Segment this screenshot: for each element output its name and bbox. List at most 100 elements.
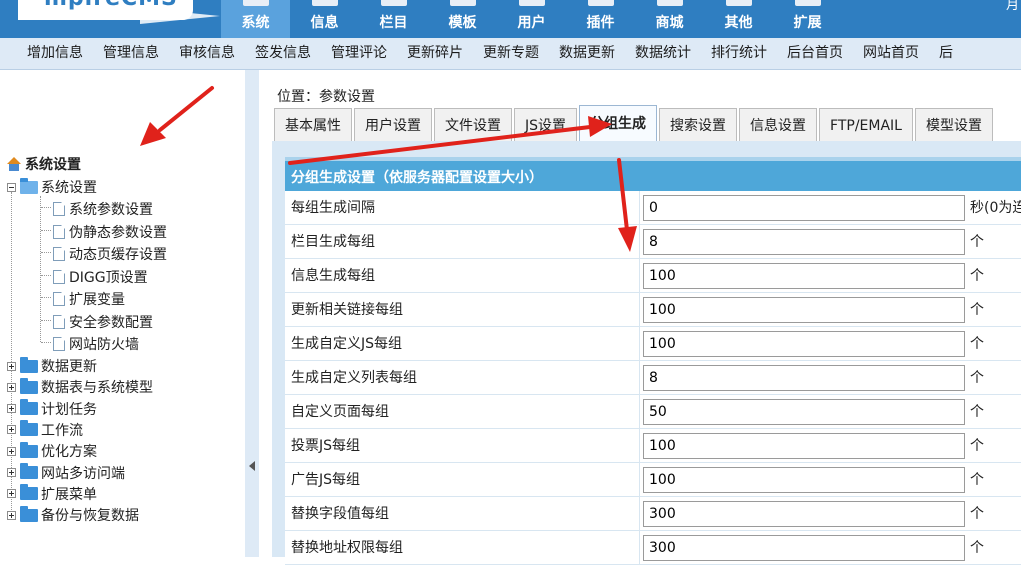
setting-unit: 个 [970,404,984,420]
quick-nav-link[interactable]: 管理评论 [321,38,397,70]
quick-nav-link[interactable]: 审核信息 [169,38,245,70]
setting-input[interactable] [643,535,965,561]
quick-nav-link[interactable]: 数据更新 [549,38,625,70]
tree-item[interactable]: 系统参数设置 [53,199,153,219]
tree-folder[interactable]: 网站多访问端 [7,463,125,483]
tree-item[interactable]: 动态页缓存设置 [53,244,167,264]
setting-unit: 个 [970,336,984,352]
topnav-item-7[interactable]: 其他 [704,0,773,38]
setting-input[interactable] [643,297,965,323]
quick-nav-link[interactable]: 增加信息 [17,38,93,70]
quick-nav-link[interactable]: 排行统计 [701,38,777,70]
tree-folder[interactable]: 备份与恢复数据 [7,505,139,525]
column-divider [639,225,640,259]
setting-input[interactable] [643,263,965,289]
tree-folder[interactable]: 数据表与系统模型 [7,377,153,397]
setting-input[interactable] [643,501,965,527]
topnav-item-2[interactable]: 栏目 [359,0,428,38]
setting-input[interactable] [643,399,965,425]
template-icon [450,0,476,6]
setting-input[interactable] [643,467,965,493]
tree-folder[interactable]: 工作流 [7,420,83,440]
setting-input[interactable] [643,331,965,357]
quick-nav-link[interactable]: 网站首页 [853,38,929,70]
expand-icon[interactable] [7,382,16,392]
folder-icon [20,420,38,437]
setting-label: 替换字段值每组 [291,506,389,522]
topnav-label: 栏目 [379,15,408,31]
sidebar-splitter[interactable] [245,70,259,557]
topnav-item-4[interactable]: 用户 [497,0,566,38]
tree-folder-label: 工作流 [41,422,83,439]
setting-input[interactable] [643,229,965,255]
tree-folder[interactable]: 优化方案 [7,441,97,461]
tab-1[interactable]: 用户设置 [354,108,432,141]
setting-input[interactable] [643,365,965,391]
tree-folder[interactable]: 计划任务 [7,399,97,419]
topnav-item-1[interactable]: 信息 [290,0,359,38]
tab-6[interactable]: 信息设置 [739,108,818,141]
tree-item[interactable]: 扩展变量 [53,289,125,309]
expand-icon[interactable] [7,468,16,477]
tree-item[interactable]: 安全参数配置 [53,312,153,332]
tree-item-label: DIGG顶设置 [69,269,148,286]
setting-unit: 个 [970,234,984,250]
top-header: mpireCMS 系统 信息 栏目 模板 用户 插件 商城 其他 扩展 月 [0,0,1021,38]
topnav-label: 商城 [655,15,684,31]
tree-item[interactable]: 网站防火墙 [53,334,139,354]
tree-folder-system-settings[interactable]: 系统设置 [7,177,97,197]
expand-icon[interactable] [7,361,16,371]
table-row: 广告JS每组 个 [285,463,1021,497]
setting-unit: 个 [970,540,984,556]
tab-5[interactable]: 搜索设置 [659,108,738,141]
tab-2[interactable]: 文件设置 [434,108,512,141]
document-icon [53,224,65,239]
quick-nav-link[interactable]: 更新碎片 [397,38,473,70]
tree-folder-label: 网站多访问端 [41,465,125,482]
tree-line [41,207,51,208]
quick-nav-link[interactable]: 后台首页 [777,38,853,70]
setting-input[interactable] [643,433,965,459]
expand-icon[interactable] [7,446,16,456]
tab-8[interactable]: 模型设置 [914,108,993,141]
tab-0[interactable]: 基本属性 [274,108,352,141]
plugin-icon [588,0,614,6]
quick-nav-link[interactable]: 后 [929,38,963,70]
quick-nav-bar: 增加信息 管理信息 审核信息 签发信息 管理评论 更新碎片 更新专题 数据更新 数据统计 排行统计… [0,38,1021,70]
tree-folder-label: 系统设置 [41,180,97,196]
expand-icon[interactable] [7,510,16,520]
folder-icon [20,441,38,458]
topnav-item-8[interactable]: 扩展 [773,0,842,38]
table-row: 替换字段值每组 个 [285,497,1021,531]
tree-folder[interactable]: 扩展菜单 [7,484,97,504]
tab-3[interactable]: JS设置 [514,108,578,141]
tree-root[interactable]: 系统设置 [6,154,81,174]
expand-icon[interactable] [7,404,16,414]
extend-icon [795,0,821,6]
tree-line [41,319,51,321]
tree-line [41,342,51,343]
tab-7[interactable]: FTP/EMAIL [819,108,913,141]
column-divider [639,531,640,565]
tree-item[interactable]: 伪静态参数设置 [53,222,167,242]
topnav-item-0[interactable]: 系统 [221,0,290,38]
topnav-item-5[interactable]: 插件 [566,0,635,38]
quick-nav-link[interactable]: 数据统计 [625,38,701,70]
tab-4[interactable]: 分组生成 [579,105,658,141]
expand-icon[interactable] [7,489,16,499]
quick-nav-link[interactable]: 更新专题 [473,38,549,70]
quick-nav-link[interactable]: 管理信息 [93,38,169,70]
topnav-item-3[interactable]: 模板 [428,0,497,38]
setting-input[interactable] [643,195,965,221]
quick-nav-link[interactable]: 签发信息 [245,38,321,70]
tree-item[interactable]: DIGG顶设置 [53,267,148,287]
setting-label: 更新相关链接每组 [291,302,403,318]
document-icon [53,269,65,284]
collapse-sidebar-icon[interactable] [249,461,255,471]
expand-icon[interactable] [7,425,16,435]
topnav-item-6[interactable]: 商城 [635,0,704,38]
collapse-icon[interactable] [7,182,16,192]
tree-line [41,229,51,231]
setting-unit: 个 [970,268,984,284]
tree-folder[interactable]: 数据更新 [7,356,97,376]
